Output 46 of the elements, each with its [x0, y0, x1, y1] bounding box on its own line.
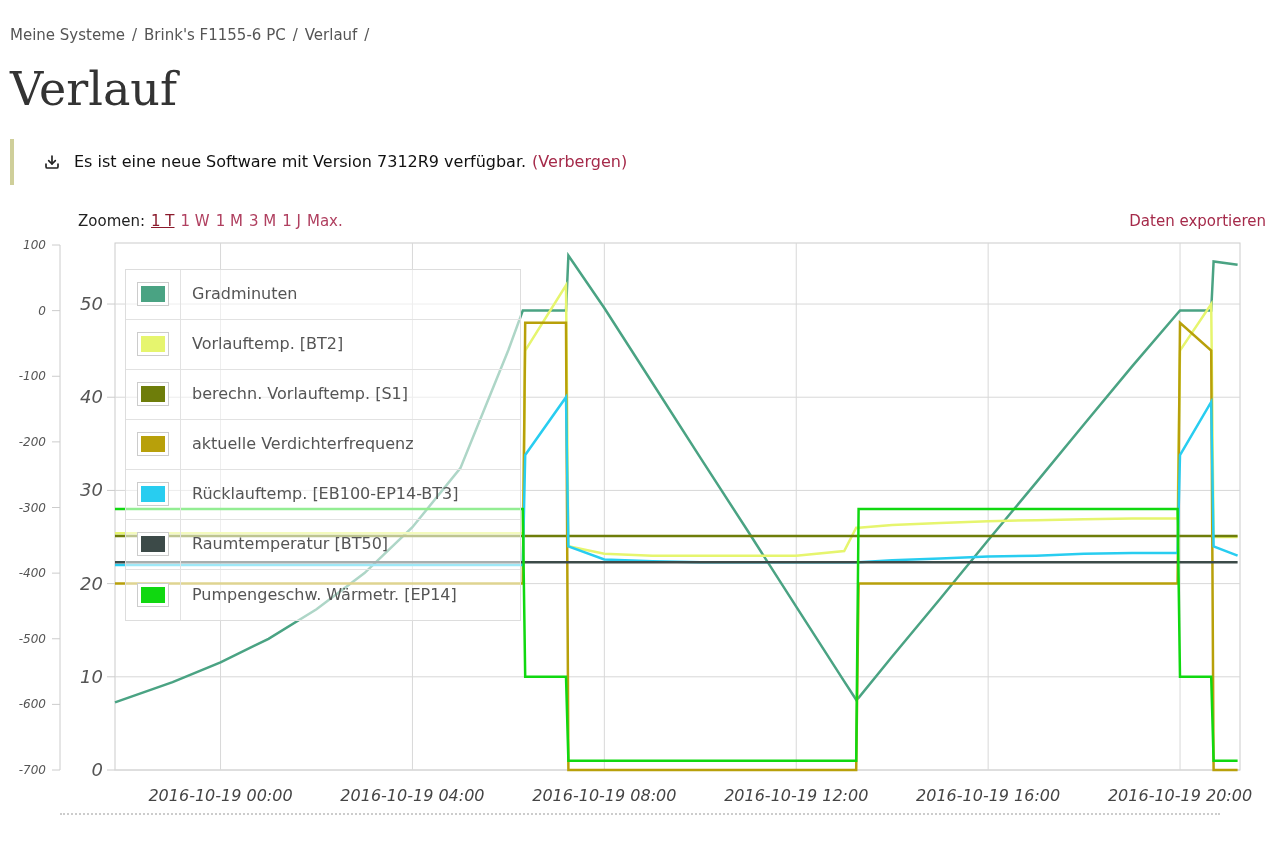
- axis-label: -400: [18, 565, 46, 580]
- zoom-option[interactable]: 1 W: [180, 210, 210, 233]
- export-link[interactable]: Daten exportieren: [1129, 210, 1266, 233]
- breadcrumb-separator: /: [132, 25, 138, 46]
- zoom-label: Zoomen:: [78, 211, 146, 233]
- axis-label: 2016-10-19 16:00: [916, 785, 1061, 805]
- axis-label: 2016-10-19 04:00: [340, 785, 485, 805]
- page-title: Verlauf: [0, 60, 1280, 117]
- breadcrumb-link[interactable]: Meine Systeme: [10, 24, 125, 47]
- legend-label: Rücklauftemp. [EB100-EP14-BT3]: [192, 483, 459, 505]
- legend-label: Gradminuten: [192, 283, 298, 305]
- legend-label: berechn. Vorlauftemp. [S1]: [192, 383, 408, 405]
- axis-label: -100: [18, 368, 46, 383]
- axis-label: 2016-10-19 12:00: [724, 785, 869, 805]
- axis-label: 2016-10-19 08:00: [532, 785, 677, 805]
- zoom-option[interactable]: 1 M: [215, 210, 243, 233]
- axis-label: -200: [18, 434, 46, 449]
- legend-label: Pumpengeschw. Wärmetr. [EP14]: [192, 583, 457, 606]
- breadcrumb-link[interactable]: Verlauf: [304, 24, 358, 47]
- axis-label: 100: [23, 237, 46, 252]
- axis-label: -300: [18, 500, 46, 514]
- axis-label: 20: [80, 572, 103, 594]
- axis-label: 40: [80, 385, 103, 407]
- axis-label: 10: [80, 665, 103, 687]
- axis-label: -700: [18, 762, 46, 777]
- zoom-option[interactable]: 3 M: [248, 210, 277, 233]
- legend-label: Vorlauftemp. [BT2]: [192, 333, 344, 355]
- breadcrumb-separator: /: [364, 25, 370, 46]
- axis-label: 50: [80, 292, 103, 314]
- zoom-option[interactable]: 1 T: [151, 210, 175, 233]
- axis-label: 30: [80, 478, 103, 500]
- legend-label: Raumtemperatur [BT50]: [192, 533, 389, 555]
- axis-label: -500: [18, 631, 46, 646]
- hide-link[interactable]: (Verbergen): [532, 149, 628, 174]
- axis-label: 0: [38, 303, 46, 318]
- breadcrumb-link[interactable]: Brink's F1155-6 PC: [144, 24, 286, 47]
- axis-label: 2016-10-19 20:00: [1107, 785, 1253, 805]
- axis-label: 0: [91, 758, 103, 780]
- breadcrumb-separator: /: [292, 25, 298, 46]
- axis-label: 2016-10-19 00:00: [148, 785, 293, 805]
- zoom-option[interactable]: 1 J: [282, 210, 301, 233]
- axis-label: -600: [18, 696, 46, 711]
- zoom-option[interactable]: Max.: [306, 210, 343, 233]
- notice-text: Es ist eine neue Software mit Version 7312R9 verfügbar.: [74, 150, 527, 173]
- legend-label: aktuelle Verdichterfrequenz: [192, 433, 414, 455]
- download-icon: [44, 153, 60, 170]
